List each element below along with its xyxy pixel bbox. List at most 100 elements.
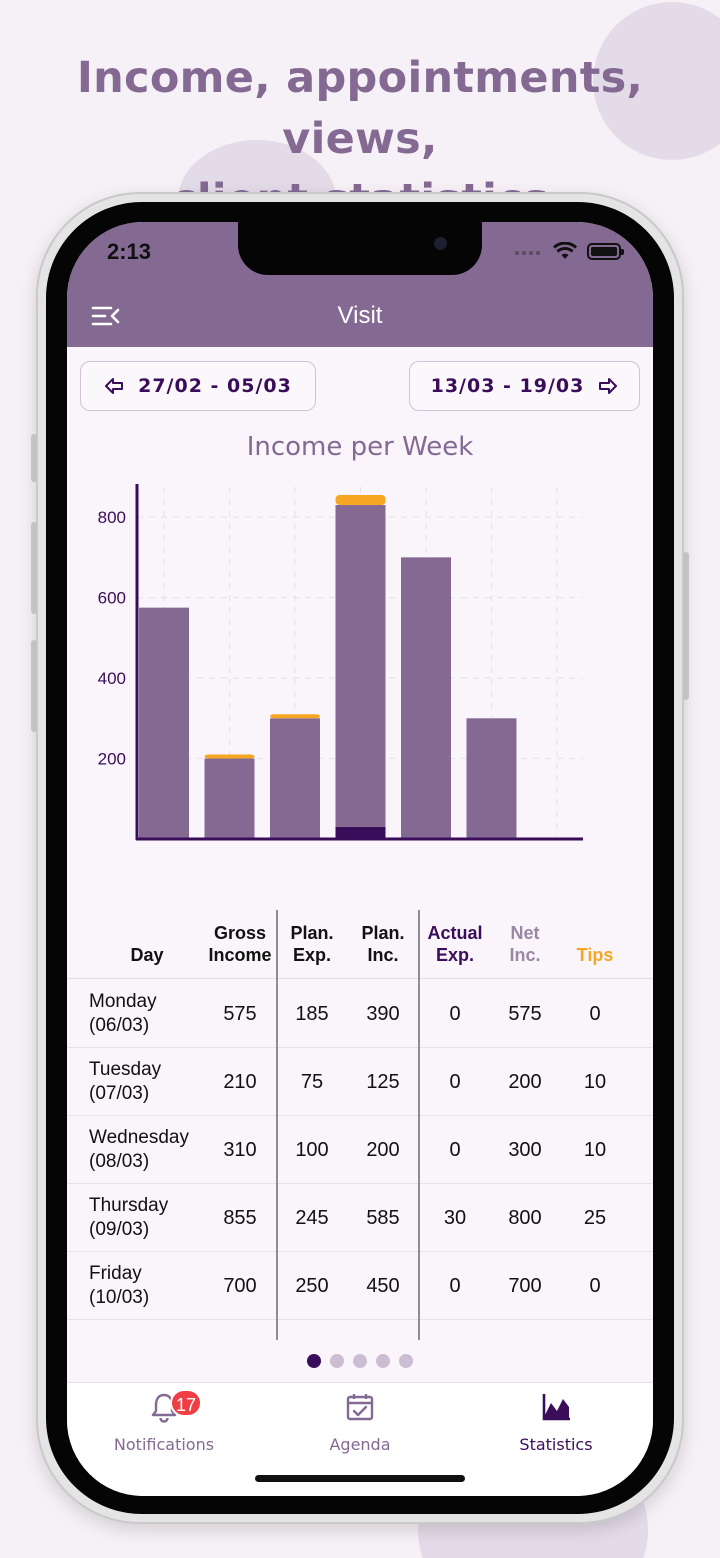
column-header: Plan. Exp. [274,922,350,966]
cell-plan-exp: 75 [300,1070,324,1093]
bar-segment-11/03 [466,718,517,839]
day-date: (09/03) [89,1219,150,1240]
y-tick-label: 400 [98,669,126,688]
cell-tips: 10 [583,1070,607,1093]
cell-net-inc: 200 [508,1070,542,1093]
cell-actual-exp: 0 [449,1138,461,1161]
cell-plan-exp: 245 [295,1206,329,1229]
column-divider [276,910,278,1340]
day-name: Wednesday [89,1127,189,1148]
cell-tips: 10 [583,1138,607,1161]
column-header-line [109,922,185,944]
tab-notifications[interactable]: 17 Notifications [84,1389,244,1454]
arrow-right-icon [599,378,618,394]
cell-plan-inc [348,1320,418,1340]
page-dot[interactable] [376,1354,390,1368]
y-tick-label: 200 [98,750,126,769]
phone-screen: 2:13 Visit 27/02 - 05/03 13/03 - 19/03 I… [67,222,653,1496]
bar-segment-10/03 [401,557,451,839]
day-name: Thursday [89,1195,169,1216]
table-row: Friday (10/03) 700 250 450 0 700 0 [67,1252,653,1320]
column-header: Plan. Inc. [345,922,421,966]
wifi-icon [553,242,577,259]
bar-segment-09/03 [335,826,386,839]
page-dot[interactable] [307,1354,321,1368]
bar-segment-08/03 [270,718,320,839]
arrow-left-icon [105,378,124,394]
page-dot[interactable] [399,1354,413,1368]
calendar-check-icon [346,1394,374,1421]
cell-net-inc: 700 [508,1274,542,1297]
cell-tips: 0 [589,1274,601,1297]
home-indicator [255,1475,465,1482]
cell-actual-exp: 30 [443,1206,467,1229]
tab-label: Agenda [329,1435,391,1454]
y-tick-label: 800 [98,508,126,527]
column-header-line: Day [130,945,164,965]
cell-plan-exp [277,1320,347,1340]
column-header-line: Exp. [435,945,474,965]
table-row: Tuesday (07/03) 210 75 125 0 200 10 [67,1048,653,1116]
table-row: Thursday (09/03) 855 245 585 30 800 25 [67,1184,653,1252]
y-tick-label: 600 [98,589,126,608]
cell-tips: 0 [589,1002,601,1025]
cell-plan-inc: 450 [366,1274,400,1297]
bar-segment-07/03 [204,758,255,839]
previous-range-label: 27/02 - 05/03 [138,375,292,397]
table-row: Wednesday (08/03) 310 100 200 0 300 10 [67,1116,653,1184]
day-cell: Friday (10/03) [89,1252,149,1320]
cell-gross: 210 [223,1070,257,1093]
day-cell: Tuesday (07/03) [89,1048,161,1116]
tab-label: Statistics [519,1435,593,1454]
notification-count-badge: 17 [170,1389,202,1417]
day-cell: Saturday [89,1320,165,1340]
cell-plan-exp: 250 [295,1274,329,1297]
column-header: Net Inc. [487,922,563,966]
table-row: Monday (06/03) 575 185 390 0 575 0 [67,980,653,1048]
previous-range-button[interactable]: 27/02 - 05/03 [80,361,316,411]
bar-segment-09/03 [335,505,386,827]
cell-tips: 25 [583,1206,607,1229]
column-header-line: Inc. [509,945,541,965]
tab-agenda[interactable]: Agenda [280,1391,440,1454]
page-title: Visit [337,302,383,329]
cell-gross: 855 [223,1206,257,1229]
tab-statistics[interactable]: Statistics [476,1391,636,1454]
cell-plan-exp: 100 [295,1138,329,1161]
headline-line: Income, appointments, views, [76,53,644,164]
cell-net-inc: 800 [508,1206,542,1229]
cell-net-inc [490,1320,560,1340]
cell-gross: 575 [223,1002,257,1025]
income-bar-chart: 20040060080006/0307/0308/0309/0310/0311/… [98,484,583,841]
cell-plan-inc: 585 [366,1206,400,1229]
cell-net-inc: 575 [508,1002,542,1025]
column-header: Tips [557,922,633,966]
camera-icon [434,237,447,250]
day-date: (07/03) [89,1083,150,1104]
day-name: Friday [89,1263,142,1284]
cell-gross [205,1320,275,1340]
column-header-line [557,922,633,944]
column-header: Gross Income [202,922,278,966]
cell-tips [560,1320,630,1340]
page-dot[interactable] [353,1354,367,1368]
cell-plan-inc: 125 [366,1070,400,1093]
column-header-line: Net [510,923,540,943]
table-header: Day Gross Income Plan. Exp. Plan. Inc. Actual Ex… [67,910,653,979]
page-dot[interactable] [330,1354,344,1368]
column-header-line: Tips [576,945,614,965]
next-range-button[interactable]: 13/03 - 19/03 [409,361,640,411]
cell-plan-inc: 200 [366,1138,400,1161]
signal-icon [515,247,543,255]
cell-actual-exp [420,1320,490,1340]
bottom-tab-bar: 17 Notifications Agenda Statistics [67,1382,653,1496]
stats-table: Day Gross Income Plan. Exp. Plan. Inc. Actual Ex… [67,910,653,1340]
status-time: 2:13 [107,239,152,264]
column-header-line: Exp. [292,945,331,965]
cell-actual-exp: 0 [449,1070,461,1093]
cell-actual-exp: 0 [449,1274,461,1297]
status-icons [515,242,624,260]
cell-gross: 310 [223,1138,257,1161]
tab-label: Notifications [113,1435,215,1454]
column-header: Actual Exp. [417,922,493,966]
